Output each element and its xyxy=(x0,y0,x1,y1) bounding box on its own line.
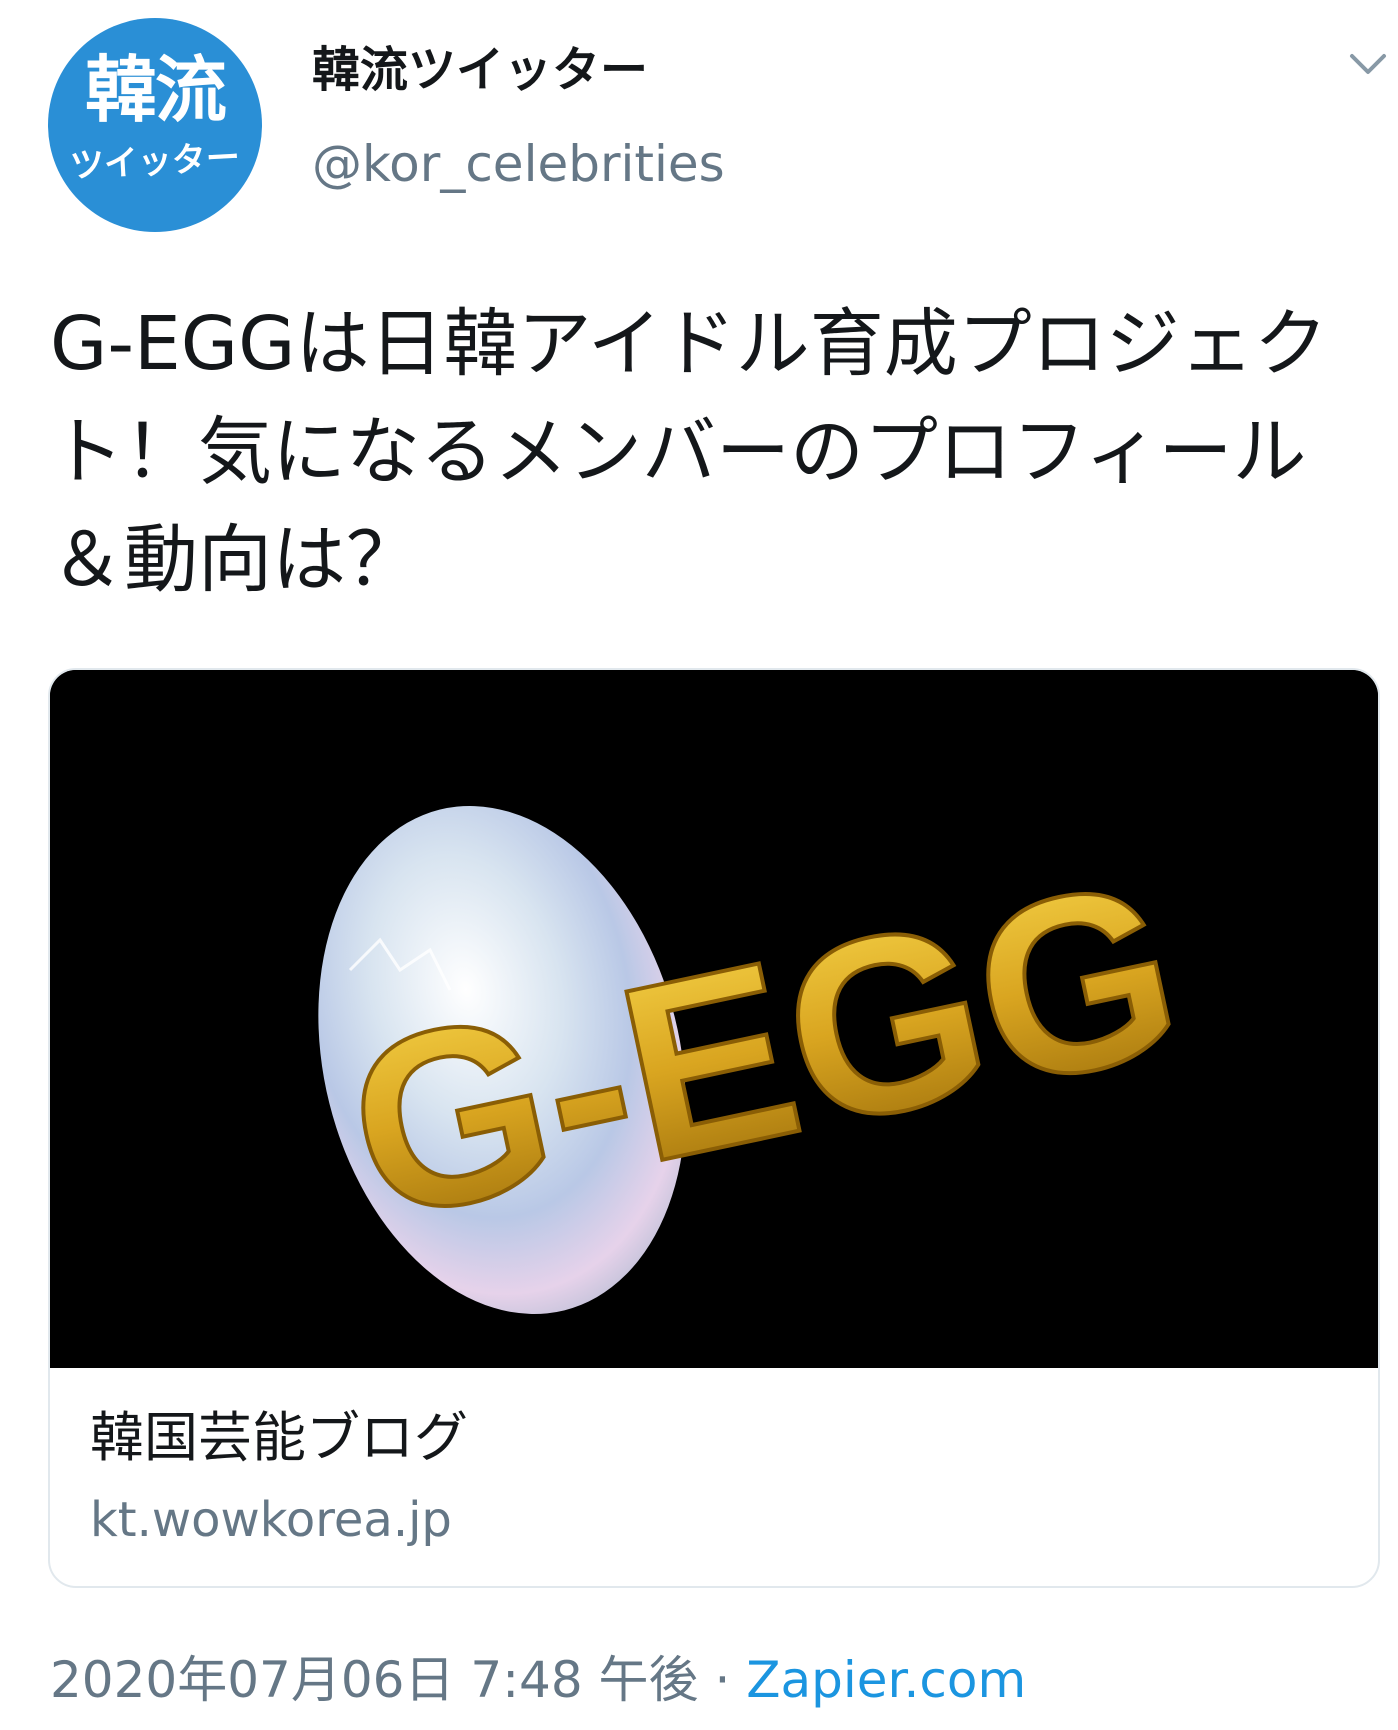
link-card[interactable]: G-EGG 韓国芸能ブログ kt.wowkorea.jp xyxy=(48,668,1380,1588)
avatar-text-main: 韓流 xyxy=(84,48,227,132)
tweet-meta: 2020年07月06日 7:48 午後 · Zapier.com xyxy=(50,1648,1026,1712)
timestamp[interactable]: 2020年07月06日 7:48 午後 xyxy=(50,1651,699,1709)
display-name[interactable]: 韓流ツイッター xyxy=(312,40,648,100)
avatar-text-sub: ツイッター xyxy=(69,137,241,187)
card-title[interactable]: 韓国芸能ブログ xyxy=(90,1405,468,1471)
avatar[interactable]: 韓流 ツイッター xyxy=(48,18,262,232)
source-link[interactable]: Zapier.com xyxy=(746,1651,1026,1709)
user-handle[interactable]: @kor_celebrities xyxy=(312,134,725,194)
tweet-text: G-EGGは日韓アイドル育成プロジェクト！気になるメンバーのプロフィール＆動向は… xyxy=(50,301,1328,603)
card-domain[interactable]: kt.wowkorea.jp xyxy=(90,1490,452,1550)
card-image: G-EGG xyxy=(50,670,1378,1368)
meta-separator: · xyxy=(698,1651,747,1709)
tweet-view: 韓流 ツイッター 韓流ツイッター @kor_celebrities G-EGGは… xyxy=(0,0,1398,1730)
chevron-down-icon[interactable] xyxy=(1348,46,1388,82)
